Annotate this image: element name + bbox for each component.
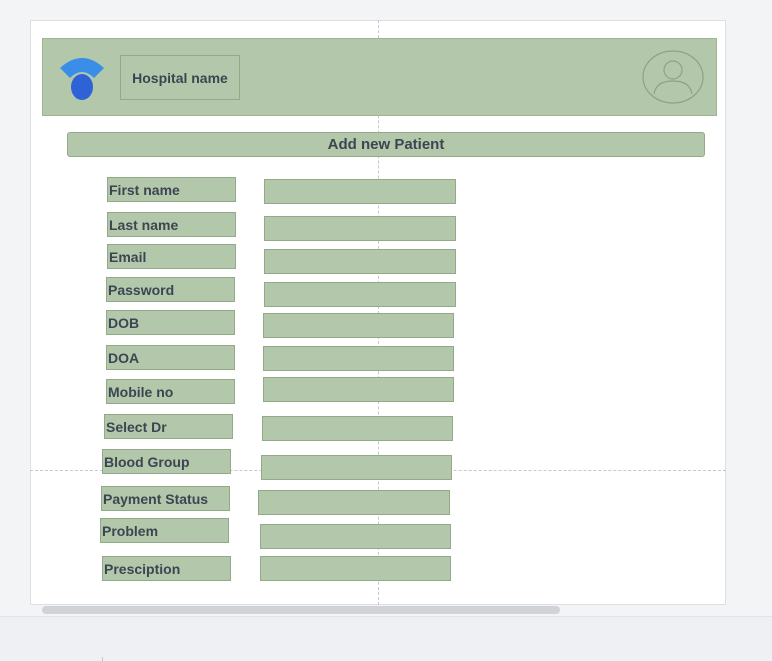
select-dr-input[interactable] [262, 416, 453, 441]
payment-status-label: Payment Status [101, 486, 230, 511]
payment-status-input[interactable] [258, 490, 450, 515]
email-label: Email [107, 244, 236, 269]
blood-group-input[interactable] [261, 455, 452, 480]
doa-label: DOA [106, 345, 235, 370]
doa-input[interactable] [263, 346, 454, 371]
horizontal-scrollbar[interactable] [42, 606, 560, 614]
dob-label: DOB [106, 310, 235, 335]
form-title: Add new Patient [67, 132, 705, 157]
mobile-no-label: Mobile no [106, 379, 235, 404]
last-name-label: Last name [107, 212, 236, 237]
bottom-panel [0, 616, 772, 661]
last-name-input[interactable] [264, 216, 456, 241]
hospital-logo-icon [60, 58, 104, 100]
problem-label: Problem [100, 518, 229, 543]
select-dr-label: Select Dr [104, 414, 233, 439]
blood-group-label: Blood Group [102, 449, 231, 474]
ruler-tick [102, 657, 103, 661]
problem-input[interactable] [260, 524, 451, 549]
presciption-label: Presciption [102, 556, 231, 581]
hospital-name[interactable]: Hospital name [120, 55, 240, 100]
presciption-input[interactable] [260, 556, 451, 581]
dob-input[interactable] [263, 313, 454, 338]
user-avatar-icon[interactable] [642, 50, 704, 104]
email-input[interactable] [264, 249, 456, 274]
password-input[interactable] [264, 282, 456, 307]
password-label: Password [106, 277, 235, 302]
first-name-input[interactable] [264, 179, 456, 204]
first-name-label: First name [107, 177, 236, 202]
mobile-no-input[interactable] [263, 377, 454, 402]
